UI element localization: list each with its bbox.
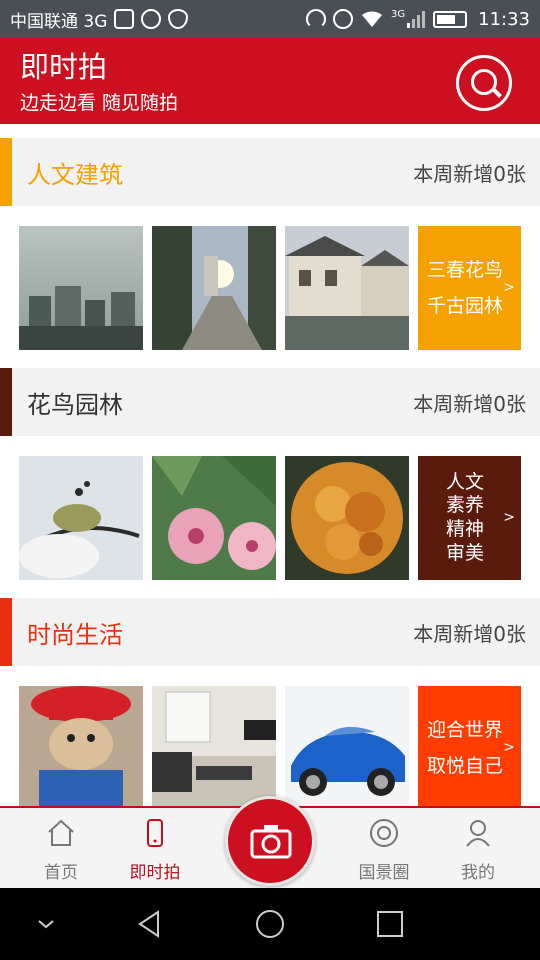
section-accent-bar: [0, 368, 12, 436]
section-count: 本周新增0张: [413, 392, 526, 416]
section-title: 时尚生活: [27, 621, 123, 649]
alarm-icon: [333, 9, 353, 29]
promo-line: 人文: [446, 470, 485, 493]
phone-icon: [147, 819, 163, 847]
status-right: 3G 11:33: [306, 9, 530, 30]
living-room-photo[interactable]: [152, 686, 276, 806]
search-handle: [492, 88, 502, 98]
camera-button[interactable]: [225, 796, 315, 886]
home-circle-icon[interactable]: [250, 906, 290, 942]
section-accent-bar: [0, 138, 12, 206]
sunset-street-photo[interactable]: [152, 226, 276, 350]
battery-icon: [433, 10, 468, 28]
pink-flowers-photo[interactable]: [152, 456, 276, 580]
tab-label: 即时拍: [129, 863, 181, 883]
carrier-label: 中国联通 3G: [10, 11, 108, 32]
tab-instant-photo[interactable]: 即时拍: [100, 808, 210, 888]
blue-car-photo[interactable]: [285, 686, 409, 806]
chevron-right-icon: >: [503, 509, 515, 526]
app-header: 即时拍 边走边看 随见随拍: [0, 38, 540, 124]
wifi-icon: [362, 11, 382, 27]
section-header-architecture[interactable]: 人文建筑 本周新增0张: [0, 138, 540, 206]
search-icon[interactable]: [456, 55, 512, 111]
recents-icon[interactable]: [370, 906, 410, 942]
page-title: 即时拍: [20, 50, 108, 84]
back-icon[interactable]: [130, 906, 170, 942]
system-nav-bar: [0, 888, 540, 960]
old-town-photo[interactable]: [285, 226, 409, 350]
headset-icon: [141, 9, 162, 29]
clock: 11:33: [478, 8, 530, 30]
section-title: 花鸟园林: [27, 391, 123, 419]
promo-line: 审美: [446, 541, 485, 564]
user-icon: [466, 820, 490, 847]
feed-content[interactable]: 人文建筑 本周新增0张 三春花鸟 千古园林 > 花鸟园林 本周新增0张 人文 素…: [0, 124, 540, 806]
section-accent-bar: [0, 598, 12, 666]
section-count: 本周新增0张: [413, 162, 526, 186]
section-title: 人文建筑: [27, 161, 123, 189]
teddy-bear-photo[interactable]: [19, 686, 143, 806]
city-skyline-photo[interactable]: [19, 226, 143, 350]
status-left: 中国联通 3G: [10, 7, 189, 32]
signal-icon: [407, 11, 426, 28]
network-badge: 3G: [391, 8, 406, 20]
promo-tile-lifestyle[interactable]: 迎合世界 取悦自己 >: [418, 686, 521, 806]
wifi-shield-icon: [168, 9, 189, 29]
section-header-gardens[interactable]: 花鸟园林 本周新增0张: [0, 368, 540, 436]
chevron-right-icon: >: [503, 279, 515, 296]
camera-icon: [250, 825, 292, 859]
aperture-icon: [370, 819, 398, 847]
section-count: 本周新增0张: [413, 622, 526, 646]
tab-label: 我的: [461, 863, 495, 883]
chevron-right-icon: >: [503, 739, 515, 756]
collapse-icon[interactable]: [26, 906, 66, 942]
headphones-icon: [306, 9, 326, 29]
status-bar: 中国联通 3G 3G 11:33: [0, 0, 540, 38]
tab-profile[interactable]: 我的: [423, 808, 533, 888]
section-header-lifestyle[interactable]: 时尚生活 本周新增0张: [0, 598, 540, 666]
marigold-photo[interactable]: [285, 456, 409, 580]
page-subtitle: 边走边看 随见随拍: [20, 92, 179, 114]
promo-tile-culture[interactable]: 人文 素养 精神 审美 >: [418, 456, 521, 580]
bird-photo[interactable]: [19, 456, 143, 580]
home-icon: [48, 819, 74, 846]
promo-tile-gardens[interactable]: 三春花鸟 千古园林 >: [418, 226, 521, 350]
image-icon: [114, 9, 135, 29]
